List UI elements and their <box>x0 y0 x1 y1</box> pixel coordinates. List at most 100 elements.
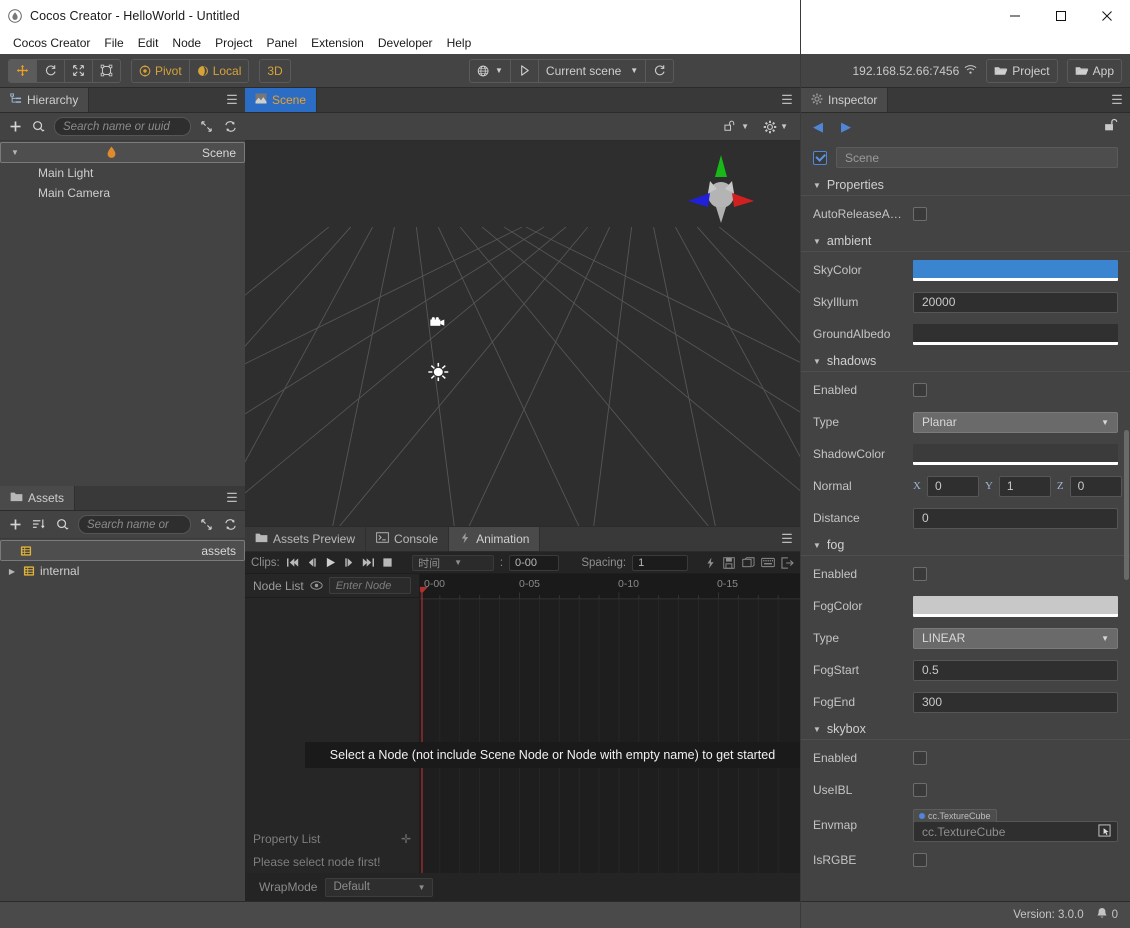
shadows-enabled-checkbox[interactable] <box>913 383 927 397</box>
sort-assets-icon[interactable] <box>30 516 48 534</box>
search-filter-icon[interactable] <box>30 118 48 136</box>
node-list-body[interactable] <box>245 598 419 827</box>
inspector-scrollbar[interactable] <box>1124 430 1129 580</box>
open-app-button[interactable]: App <box>1067 59 1122 83</box>
stop-button[interactable] <box>381 555 394 571</box>
notification-area[interactable]: 0 <box>1096 907 1118 923</box>
prev-frame-button[interactable] <box>305 555 318 571</box>
asset-row-internal[interactable]: ▶ internal <box>0 561 245 581</box>
unlock-icon[interactable] <box>1104 118 1118 135</box>
useibl-checkbox[interactable] <box>913 783 927 797</box>
play-animation-button[interactable] <box>324 555 337 571</box>
tab-inspector[interactable]: Inspector <box>801 88 888 112</box>
tab-assets-preview[interactable]: Assets Preview <box>245 527 366 551</box>
assets-search-input[interactable] <box>87 519 182 531</box>
collapse-all-icon[interactable] <box>197 118 215 136</box>
assets-tree[interactable]: assets ▶ internal <box>0 539 245 901</box>
fogcolor-swatch[interactable] <box>913 596 1118 617</box>
envmap-asset-field[interactable]: cc.TextureCube cc.TextureCube <box>913 811 1118 839</box>
node-enabled-checkbox[interactable] <box>813 151 827 165</box>
fogend-input[interactable]: 300 <box>913 692 1118 713</box>
shadows-type-select[interactable]: Planar ▼ <box>913 412 1118 433</box>
normal-y-input[interactable]: 1 <box>999 476 1051 497</box>
move-tool-button[interactable] <box>9 60 37 82</box>
fogstart-input[interactable]: 0.5 <box>913 660 1118 681</box>
time-mode-select[interactable]: 时间 ▼ <box>412 555 494 571</box>
normal-z-input[interactable]: 0 <box>1070 476 1122 497</box>
open-project-button[interactable]: Project <box>986 59 1057 83</box>
keyboard-icon[interactable] <box>761 555 775 571</box>
lightning-icon[interactable] <box>704 555 717 571</box>
chevron-down-icon[interactable]: ▼ <box>9 148 21 157</box>
add-node-icon[interactable] <box>6 118 24 136</box>
isrgbe-checkbox[interactable] <box>913 853 927 867</box>
section-header-skybox[interactable]: ▼ skybox <box>801 718 1130 740</box>
nav-back-button[interactable]: ◀ <box>813 119 823 135</box>
coordinate-toggle-button[interactable]: Local <box>190 60 249 82</box>
window-minimize-button[interactable] <box>992 0 1038 32</box>
skyillum-input[interactable]: 20000 <box>913 292 1118 313</box>
exit-icon[interactable] <box>781 555 794 571</box>
animation-timeline[interactable]: 0-00 0-05 0-10 0-15 <box>420 574 800 873</box>
tree-node-main-camera[interactable]: Main Camera <box>0 183 245 203</box>
asset-picker-icon[interactable] <box>1098 824 1111 840</box>
menu-item-developer[interactable]: Developer <box>371 34 440 52</box>
section-header-shadows[interactable]: ▼ shadows <box>801 350 1130 372</box>
tab-animation[interactable]: Animation <box>449 527 540 551</box>
assets-search[interactable] <box>78 515 191 534</box>
rotate-tool-button[interactable] <box>37 60 65 82</box>
eye-icon[interactable] <box>310 579 323 593</box>
rect-tool-button[interactable] <box>93 60 120 82</box>
inspector-body[interactable]: Scene ▼ Properties AutoReleaseA… ▼ ambie… <box>801 140 1130 901</box>
save-icon[interactable] <box>723 555 736 571</box>
assets-menu-icon[interactable]: ☰ <box>219 486 245 510</box>
tab-assets[interactable]: Assets <box>0 486 75 510</box>
scale-tool-button[interactable] <box>65 60 93 82</box>
axis-gizmo[interactable] <box>684 149 758 229</box>
bottom-menu-icon[interactable]: ☰ <box>774 527 800 551</box>
tree-node-scene[interactable]: ▼ Scene <box>0 142 245 163</box>
refresh-assets-icon[interactable] <box>221 516 239 534</box>
refresh-button[interactable] <box>646 60 673 82</box>
inspector-menu-icon[interactable]: ☰ <box>1104 88 1130 112</box>
jump-first-button[interactable] <box>286 555 299 571</box>
next-frame-button[interactable] <box>343 555 356 571</box>
hierarchy-search[interactable] <box>54 117 191 136</box>
gizmo-settings-dropdown[interactable]: ▼ <box>724 120 749 134</box>
nav-forward-button[interactable]: ▶ <box>841 119 851 135</box>
tab-console[interactable]: Console <box>366 527 449 551</box>
hierarchy-tree[interactable]: ▼ Scene Main Light Main Camera <box>0 141 245 486</box>
time-value-field[interactable]: 0-00 <box>509 555 559 571</box>
skycolor-swatch[interactable] <box>913 260 1118 281</box>
fog-type-select[interactable]: LINEAR ▼ <box>913 628 1118 649</box>
window-maximize-button[interactable] <box>1038 0 1084 32</box>
preview-browser-button[interactable]: ▼ <box>470 60 511 82</box>
search-filter-icon[interactable] <box>54 516 72 534</box>
tab-hierarchy[interactable]: Hierarchy <box>0 88 89 112</box>
menu-item-node[interactable]: Node <box>165 34 208 52</box>
distance-input[interactable]: 0 <box>913 508 1118 529</box>
menu-item-panel[interactable]: Panel <box>259 34 304 52</box>
section-header-properties[interactable]: ▼ Properties <box>801 174 1130 196</box>
fog-enabled-checkbox[interactable] <box>913 567 927 581</box>
scene-select-dropdown[interactable]: Current scene ▼ <box>539 60 646 82</box>
chevron-right-icon[interactable]: ▶ <box>6 567 18 576</box>
autoreleaseassets-checkbox[interactable] <box>913 207 927 221</box>
menu-item-extension[interactable]: Extension <box>304 34 371 52</box>
window-close-button[interactable] <box>1084 0 1130 32</box>
play-button[interactable] <box>511 60 539 82</box>
refresh-hierarchy-icon[interactable] <box>221 118 239 136</box>
shadowcolor-swatch[interactable] <box>913 444 1118 465</box>
asset-row-assets[interactable]: assets <box>0 540 245 561</box>
menu-item-file[interactable]: File <box>97 34 130 52</box>
hierarchy-search-input[interactable] <box>63 121 182 133</box>
menu-item-project[interactable]: Project <box>208 34 259 52</box>
section-header-ambient[interactable]: ▼ ambient <box>801 230 1130 252</box>
tree-node-main-light[interactable]: Main Light <box>0 163 245 183</box>
skybox-enabled-checkbox[interactable] <box>913 751 927 765</box>
jump-last-button[interactable] <box>362 555 375 571</box>
spacing-value-field[interactable]: 1 <box>632 555 688 571</box>
envmap-asset-box[interactable]: cc.TextureCube <box>913 821 1118 842</box>
scene-menu-icon[interactable]: ☰ <box>774 88 800 112</box>
node-name-input[interactable]: Enter Node <box>329 577 411 594</box>
